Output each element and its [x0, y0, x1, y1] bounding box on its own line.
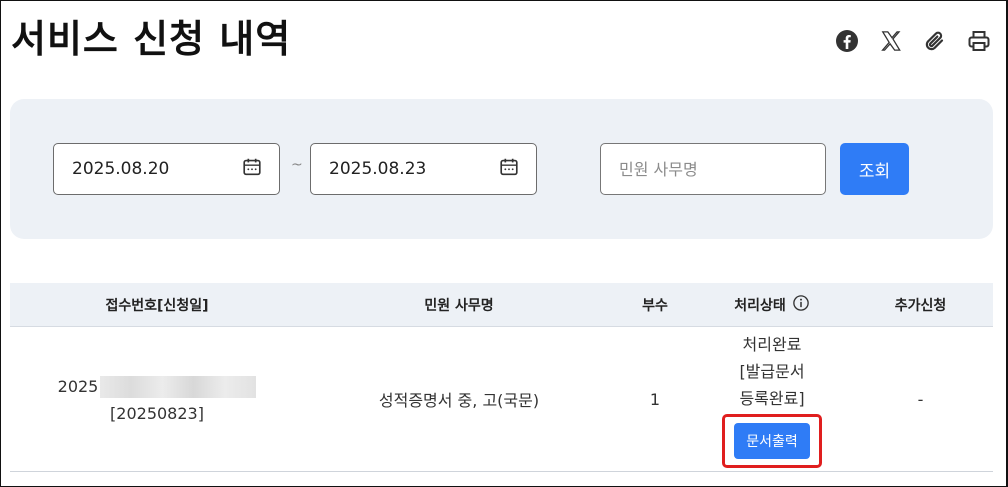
col-header-receipt: 접수번호[신청일] [105, 297, 209, 314]
status-line-2: [발급문서 [739, 361, 805, 381]
cell-receipt: 2025 [20250823] [10, 375, 304, 423]
col-header-status: 처리상태 [696, 294, 848, 316]
cell-service-name: 성적증명서 중, 고(국문) [378, 391, 540, 410]
info-icon[interactable] [792, 294, 810, 316]
search-button[interactable]: 조회 [840, 143, 909, 195]
page-title: 서비스 신청 내역 [11, 17, 292, 61]
share-toolbar [832, 26, 994, 56]
search-panel: 2025.08.20 ~ 2025.08.23 조회 [10, 99, 993, 239]
paperclip-icon[interactable] [920, 26, 950, 56]
print-button-highlight: 문서출력 [722, 413, 822, 468]
apply-date: [20250823] [110, 403, 204, 423]
calendar-icon[interactable] [498, 156, 520, 182]
col-header-copies: 부수 [642, 297, 668, 314]
masked-receipt-number [100, 375, 257, 398]
date-range-separator: ~ [291, 157, 303, 173]
calendar-icon[interactable] [241, 156, 263, 182]
col-header-service-name: 민원 사무명 [424, 297, 494, 314]
start-date-field[interactable]: 2025.08.20 [53, 143, 280, 195]
table-header: 접수번호[신청일] 민원 사무명 부수 처리상태 추가신청 [10, 283, 993, 327]
cell-copies: 1 [649, 389, 661, 409]
col-header-status-label: 처리상태 [734, 297, 786, 314]
print-icon[interactable] [964, 26, 994, 56]
receipt-number: 2025 [57, 375, 257, 398]
end-date-field[interactable]: 2025.08.23 [310, 143, 537, 195]
receipt-prefix: 2025 [57, 377, 99, 396]
x-icon[interactable] [876, 26, 906, 56]
start-date-value: 2025.08.20 [72, 159, 170, 179]
col-header-extra: 추가신청 [894, 297, 947, 314]
service-name-input[interactable] [600, 143, 826, 195]
cell-status: 처리완료 [발급문서 등록완료] 문서출력 [696, 331, 848, 468]
facebook-icon[interactable] [832, 26, 862, 56]
cell-extra: - [917, 389, 924, 409]
print-document-button[interactable]: 문서출력 [734, 422, 810, 459]
status-line-1: 처리완료 [742, 334, 802, 354]
table-row: 2025 [20250823] 성적증명서 중, 고(국문) 1 처리완료 [발… [10, 327, 993, 472]
end-date-value: 2025.08.23 [329, 159, 427, 179]
status-line-3: 등록완료] [739, 388, 805, 408]
